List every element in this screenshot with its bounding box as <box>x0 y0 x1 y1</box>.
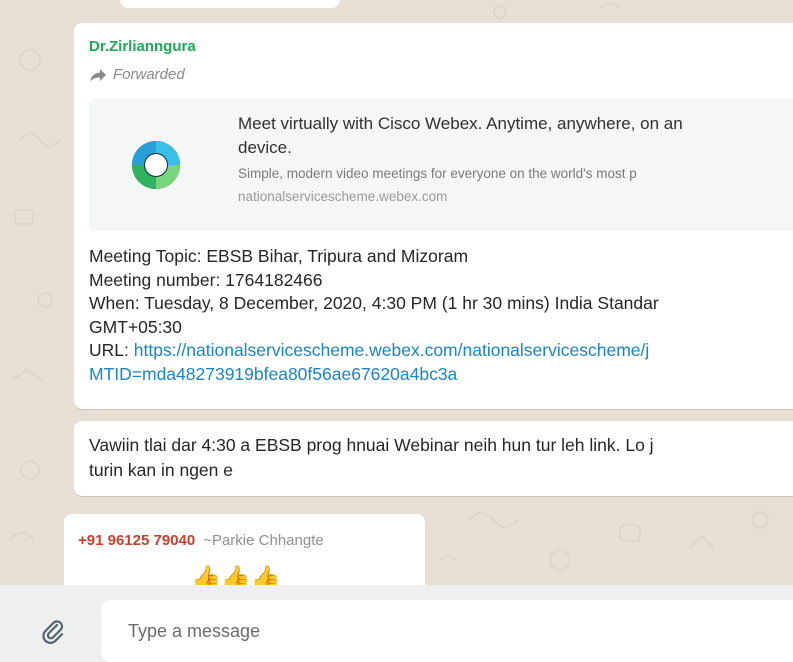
meeting-topic-line: Meeting Topic: EBSB Bihar, Tripura and M… <box>89 246 469 266</box>
forward-arrow-icon <box>89 68 107 82</box>
link-preview-card[interactable]: Meet virtually with Cisco Webex. Anytime… <box>89 98 793 231</box>
forwarded-label: Forwarded <box>113 66 185 83</box>
link-preview-text: Meet virtually with Cisco Webex. Anytime… <box>238 112 793 204</box>
followup-message-bubble[interactable]: Vawiin tlai dar 4:30 a EBSB prog hnuai W… <box>74 421 793 496</box>
paperclip-icon[interactable] <box>36 615 70 649</box>
thumbs-up-emojis: 👍👍👍 <box>191 565 281 585</box>
reply-message-bubble[interactable]: +91 96125 79040 ~Parkie Chhangte 👍👍👍 <box>64 514 425 585</box>
reply-sender-header: +91 96125 79040 ~Parkie Chhangte <box>78 532 324 549</box>
preview-description: Simple, modern video meetings for everyo… <box>238 166 637 181</box>
sender-name[interactable]: Dr.Zirlianngura <box>89 38 196 55</box>
message-input[interactable] <box>101 600 793 662</box>
chat-area: Dr.Zirlianngura Forwarded Meet virtually… <box>0 0 793 585</box>
followup-message-text: Vawiin tlai dar 4:30 a EBSB prog hnuai W… <box>89 433 793 483</box>
sender-push-name: ~Parkie Chhangte <box>203 532 324 549</box>
previous-message-bubble <box>120 0 340 8</box>
preview-title-line1: Meet virtually with Cisco Webex. Anytime… <box>238 114 683 133</box>
meeting-url-link[interactable]: https://nationalservicescheme.webex.com/… <box>134 340 650 360</box>
meeting-url-line: URL: https://nationalservicescheme.webex… <box>89 339 793 363</box>
meeting-url-link-continued[interactable]: MTID=mda48273919bfea80f56ae67620a4bc3a <box>89 363 793 387</box>
meeting-number-line: Meeting number: 1764182466 <box>89 269 323 290</box>
sender-phone[interactable]: +91 96125 79040 <box>78 532 195 549</box>
meeting-when-line: When: Tuesday, 8 December, 2020, 4:30 PM… <box>89 293 659 313</box>
webex-logo-icon <box>89 98 223 231</box>
forwarded-message-bubble[interactable]: Dr.Zirlianngura Forwarded Meet virtually… <box>74 23 793 409</box>
preview-domain: nationalservicescheme.webex.com <box>238 189 448 204</box>
meeting-gmt-line: GMT+05:30 <box>89 316 182 337</box>
url-prefix: URL: <box>89 340 134 360</box>
followup-line2: turin kan in ngen e <box>89 460 233 480</box>
followup-line1: Vawiin tlai dar 4:30 a EBSB prog hnuai W… <box>89 435 654 455</box>
message-body: Meeting Topic: EBSB Bihar, Tripura and M… <box>89 245 793 386</box>
preview-title-line2: device. <box>238 138 292 157</box>
forwarded-indicator: Forwarded <box>89 66 185 83</box>
